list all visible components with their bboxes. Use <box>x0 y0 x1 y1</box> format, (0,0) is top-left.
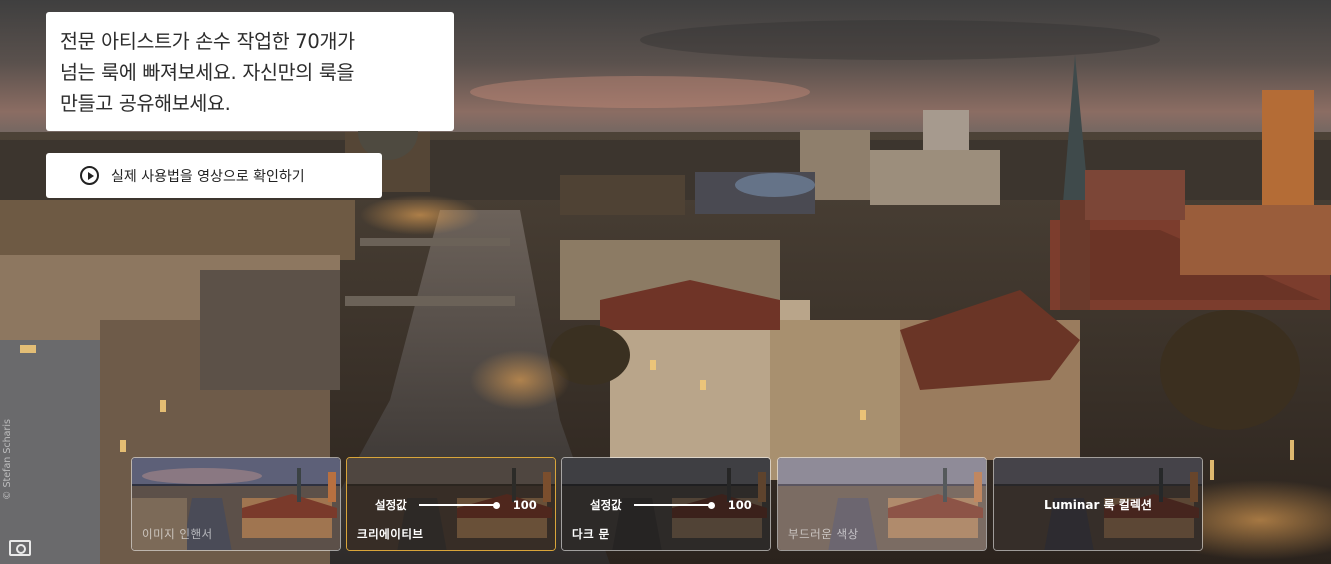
look-thumbnails: 이미지 인핸서 설정값 100 크리에이티브 설정값 100 다크 문 부드러운… <box>131 457 1203 551</box>
slider-knob[interactable] <box>707 501 715 509</box>
look-label: 이미지 인핸서 <box>142 527 213 541</box>
slider-knob[interactable] <box>492 501 500 509</box>
camera-icon <box>9 540 31 556</box>
look-thumb-creative[interactable]: 설정값 100 크리에이티브 <box>346 457 556 551</box>
look-label: 다크 문 <box>572 527 610 541</box>
intro-card: 전문 아티스트가 손수 작업한 70개가 넘는 룩에 빠져보세요. 자신만의 룩… <box>46 12 454 131</box>
watch-video-button[interactable]: 실제 사용법을 영상으로 확인하기 <box>46 153 382 198</box>
look-thumb-image-enhancer[interactable]: 이미지 인핸서 <box>131 457 341 551</box>
slider-label: 설정값 <box>375 498 407 512</box>
look-strength-slider[interactable]: 설정값 100 <box>590 497 752 513</box>
photo-credit: © Stefan Scharis <box>2 419 13 500</box>
intro-line-2: 넘는 룩에 빠져보세요. 자신만의 룩을 <box>60 61 355 84</box>
look-thumb-luminar-collection[interactable]: Luminar 룩 컬렉션 <box>993 457 1203 551</box>
look-label: 부드러운 색상 <box>788 527 859 541</box>
slider-value: 100 <box>727 498 752 512</box>
intro-line-3: 만들고 공유해보세요. <box>60 92 231 115</box>
collection-title: Luminar 룩 컬렉션 <box>1044 498 1152 512</box>
play-icon <box>80 166 99 185</box>
slider-track[interactable] <box>418 501 500 509</box>
watch-video-label: 실제 사용법을 영상으로 확인하기 <box>111 168 305 185</box>
slider-value: 100 <box>512 498 537 512</box>
look-thumb-dark-moon[interactable]: 설정값 100 다크 문 <box>561 457 771 551</box>
look-strength-slider[interactable]: 설정값 100 <box>375 497 537 513</box>
slider-label: 설정값 <box>590 498 622 512</box>
look-thumb-soft-colors[interactable]: 부드러운 색상 <box>777 457 987 551</box>
look-label: 크리에이티브 <box>357 527 424 541</box>
intro-line-1: 전문 아티스트가 손수 작업한 70개가 <box>60 30 355 53</box>
slider-track[interactable] <box>633 501 715 509</box>
